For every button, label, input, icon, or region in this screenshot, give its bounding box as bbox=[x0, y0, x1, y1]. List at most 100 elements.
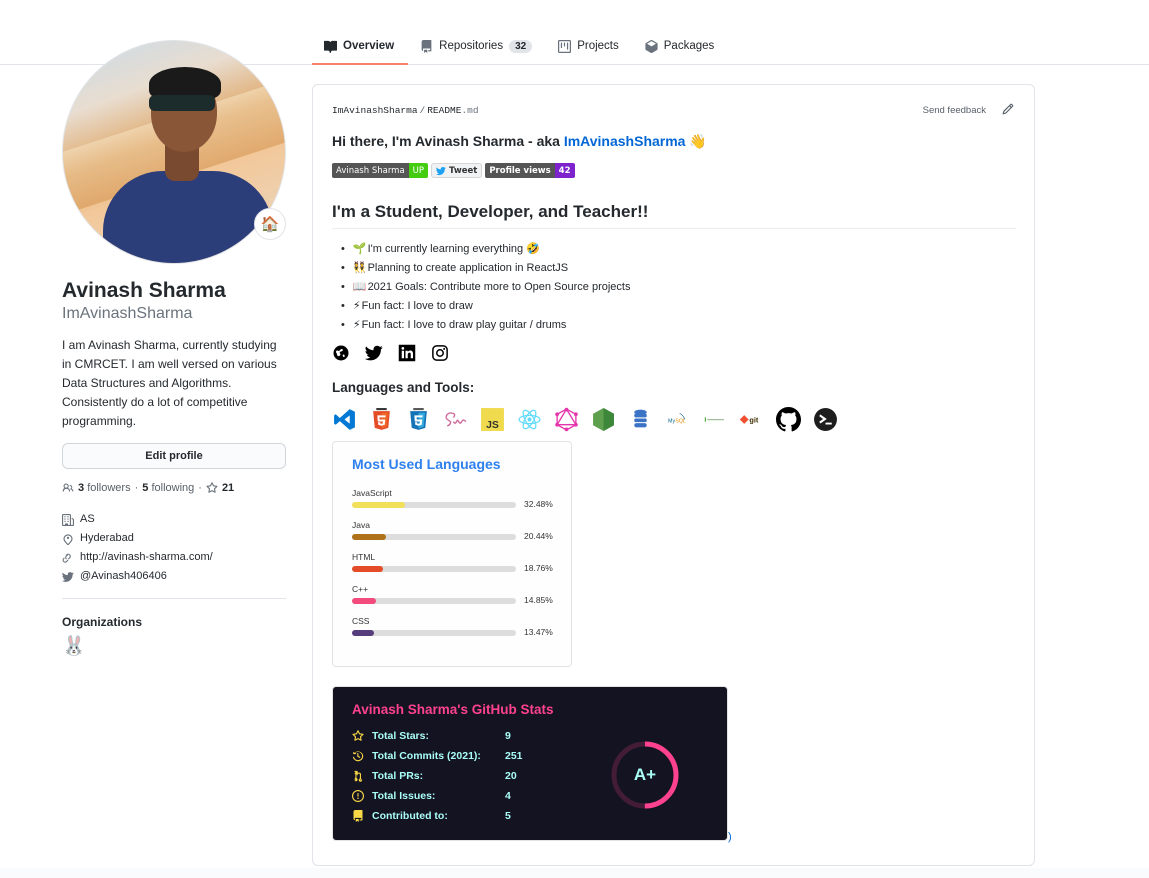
language-name: JavaScript bbox=[352, 488, 392, 498]
repositories-count: 32 bbox=[509, 39, 533, 53]
stat-contributed-to: Contributed to: 5 bbox=[352, 810, 511, 822]
stat-label: Total Commits (2021): bbox=[372, 750, 481, 762]
star-icon bbox=[352, 730, 364, 741]
twitter-icon[interactable] bbox=[364, 344, 383, 362]
followers-count: 3 bbox=[78, 482, 85, 494]
tab-overview[interactable]: Overview bbox=[312, 28, 409, 65]
social-links bbox=[332, 344, 449, 362]
organizations-heading: Organizations bbox=[62, 615, 143, 629]
greeting-username-link[interactable]: ImAvinashSharma bbox=[564, 133, 686, 149]
list-item-text: Fun fact: I love to draw bbox=[361, 300, 473, 312]
page-footer-band bbox=[0, 868, 1149, 878]
twitter-bird-icon bbox=[436, 166, 446, 175]
stat-value: 5 bbox=[505, 810, 511, 822]
wave-emoji: 👋 bbox=[689, 133, 707, 149]
sass-icon[interactable] bbox=[443, 407, 468, 432]
language-name: HTML bbox=[352, 552, 376, 562]
language-bar-track bbox=[352, 502, 516, 508]
website-item: http://avinash-sharma.com/ bbox=[62, 548, 286, 567]
database-icon[interactable] bbox=[628, 407, 653, 432]
profile-readme: ImAvinashSharma / README.md Send feedback … bbox=[312, 84, 1035, 866]
github-stats-card[interactable]: Avinash Sharma's GitHub Stats Total Star… bbox=[332, 686, 728, 841]
profile-views-label: Profile views bbox=[485, 163, 555, 178]
profile-bio: I am Avinash Sharma, currently studying … bbox=[62, 338, 277, 428]
location-icon bbox=[63, 533, 73, 545]
status-emoji-button[interactable]: 🏠 bbox=[254, 208, 286, 240]
tweet-button[interactable]: Tweet bbox=[431, 163, 483, 178]
language-bar-track bbox=[352, 534, 516, 540]
vscode-icon[interactable] bbox=[332, 407, 357, 432]
tab-projects-label: Projects bbox=[577, 40, 619, 52]
edit-profile-button[interactable]: Edit profile bbox=[62, 443, 286, 469]
readme-file-ext: .md bbox=[461, 105, 479, 116]
readme-owner-link[interactable]: ImAvinashSharma bbox=[332, 105, 418, 116]
tab-repositories[interactable]: Repositories 32 bbox=[408, 28, 546, 64]
lightning-emoji: ⚡ bbox=[352, 319, 361, 331]
readme-bullet-list: 🌱I'm currently learning everything 🤣 👯Pl… bbox=[332, 240, 631, 335]
seedling-emoji: 🌱 bbox=[352, 243, 367, 255]
greeting-text: Hi there, I'm Avinash Sharma - aka bbox=[332, 133, 564, 149]
linkedin-icon[interactable] bbox=[398, 344, 416, 362]
followers-label: followers bbox=[87, 482, 131, 494]
list-item: ⚡Fun fact: I love to draw bbox=[332, 297, 630, 316]
project-icon bbox=[558, 39, 572, 53]
language-row: C++ 14.85% bbox=[352, 584, 562, 605]
instagram-icon[interactable] bbox=[431, 344, 449, 362]
javascript-icon[interactable]: JS bbox=[480, 407, 505, 432]
tweet-label: Tweet bbox=[449, 165, 478, 176]
history-icon bbox=[352, 751, 364, 762]
tab-projects[interactable]: Projects bbox=[546, 28, 633, 64]
readme-file-name[interactable]: README bbox=[427, 105, 461, 116]
html5-icon[interactable] bbox=[369, 407, 394, 432]
edit-readme-button[interactable] bbox=[1002, 103, 1016, 117]
language-bar-fill bbox=[352, 566, 383, 572]
avatar[interactable] bbox=[62, 40, 286, 264]
svg-text:JS: JS bbox=[486, 420, 499, 431]
language-percent: 13.47% bbox=[524, 627, 553, 637]
readme-greeting: Hi there, I'm Avinash Sharma - aka ImAvi… bbox=[332, 133, 707, 150]
language-name: Java bbox=[352, 520, 370, 530]
react-icon[interactable] bbox=[517, 407, 542, 432]
terminal-icon[interactable] bbox=[813, 407, 838, 432]
language-percent: 20.44% bbox=[524, 531, 553, 541]
stat-value: 20 bbox=[505, 770, 517, 782]
nodejs-icon[interactable] bbox=[591, 407, 616, 432]
readme-badges: Avinash Sharma UP Tweet Profile views 42 bbox=[332, 163, 575, 178]
stat-value: 251 bbox=[505, 750, 523, 762]
profile-tabs: Overview Repositories 32 Projects Packag… bbox=[312, 28, 728, 65]
twitter-icon bbox=[62, 571, 74, 582]
people-icon bbox=[62, 483, 74, 492]
list-item: 🌱I'm currently learning everything 🤣 bbox=[332, 240, 630, 259]
tab-packages[interactable]: Packages bbox=[633, 28, 729, 64]
send-feedback-link[interactable]: Send feedback bbox=[923, 105, 986, 116]
css3-icon[interactable] bbox=[406, 407, 431, 432]
trailing-text: ) bbox=[728, 831, 732, 843]
top-languages-card[interactable]: Most Used Languages JavaScript 32.48% Java… bbox=[332, 441, 572, 667]
path-separator: / bbox=[419, 105, 426, 116]
stars-link[interactable]: 21 bbox=[206, 482, 234, 494]
website-link[interactable]: http://avinash-sharma.com/ bbox=[80, 548, 213, 567]
tools-list: JS My SQL git bbox=[332, 407, 838, 432]
name-badge[interactable]: Avinash Sharma UP bbox=[332, 163, 429, 178]
organization-avatar[interactable]: 🐰 bbox=[62, 635, 86, 659]
twitter-link[interactable]: @Avinash406406 bbox=[80, 567, 167, 586]
following-label: following bbox=[151, 482, 195, 494]
repo-icon bbox=[421, 39, 432, 53]
top-languages-title: Most Used Languages bbox=[352, 456, 501, 472]
profile-views-count: 42 bbox=[554, 163, 575, 178]
followers-link[interactable]: 3 followers bbox=[78, 482, 131, 494]
graphql-icon[interactable] bbox=[554, 407, 579, 432]
git-icon[interactable]: git bbox=[739, 407, 764, 432]
mongodb-icon[interactable] bbox=[702, 407, 727, 432]
website-icon[interactable] bbox=[332, 344, 350, 362]
language-row: Java 20.44% bbox=[352, 520, 562, 541]
mysql-icon[interactable]: My SQL bbox=[665, 407, 690, 432]
svg-text:My: My bbox=[668, 419, 675, 425]
list-item: 👯Planning to create application in React… bbox=[332, 259, 630, 278]
stat-value: 4 bbox=[505, 790, 511, 802]
following-link[interactable]: 5 following bbox=[142, 482, 194, 494]
rank-circle: A+ bbox=[610, 740, 680, 810]
name-badge-value: UP bbox=[408, 163, 429, 178]
profile-views-badge[interactable]: Profile views 42 bbox=[485, 163, 575, 178]
github-icon[interactable] bbox=[776, 407, 801, 432]
